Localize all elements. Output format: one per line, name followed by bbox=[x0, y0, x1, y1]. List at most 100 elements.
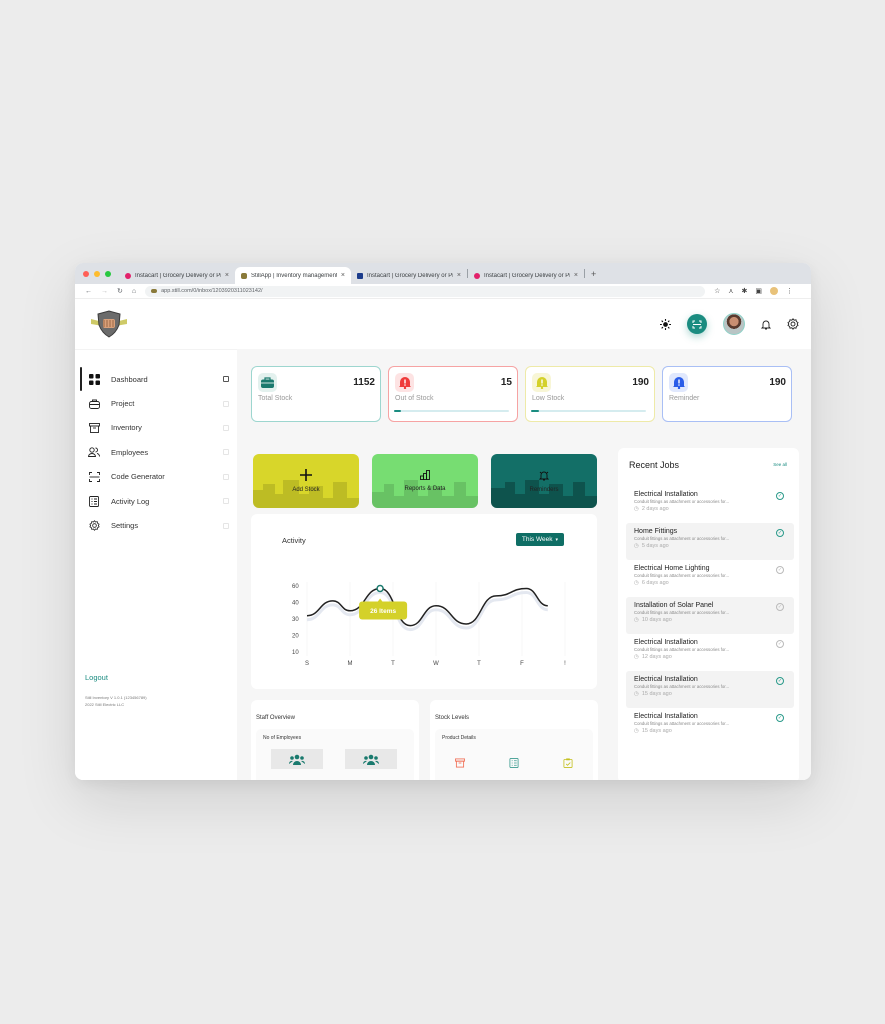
check-circle-icon[interactable]: ✓ bbox=[776, 603, 784, 611]
job-item[interactable]: Electrical Installation Conduit fittings… bbox=[626, 708, 794, 745]
gear-icon[interactable] bbox=[787, 318, 799, 330]
job-title: Installation of Solar Panel bbox=[634, 602, 714, 609]
job-item[interactable]: Installation of Solar Panel Conduit fitt… bbox=[626, 597, 794, 634]
check-circle-icon[interactable]: ✓ bbox=[776, 566, 784, 574]
skyline-decoration bbox=[372, 480, 478, 508]
browser-tab[interactable]: Instacart | Grocery Delivery or Pickup × bbox=[351, 267, 467, 284]
check-circle-icon[interactable]: ✓ bbox=[776, 640, 784, 648]
instacart-favicon-icon bbox=[125, 272, 131, 279]
highlight-point bbox=[376, 584, 384, 593]
close-window-button[interactable] bbox=[83, 270, 89, 277]
sidebar-item-employees[interactable]: Employees bbox=[75, 440, 237, 464]
close-tab-icon[interactable]: × bbox=[225, 272, 229, 279]
check-circle-icon[interactable]: ✓ bbox=[776, 529, 784, 537]
avatar[interactable] bbox=[723, 313, 745, 335]
forward-icon[interactable]: → bbox=[101, 288, 108, 295]
back-icon[interactable]: ← bbox=[85, 288, 92, 295]
close-tab-icon[interactable]: × bbox=[574, 272, 578, 279]
stat-card-low-stock[interactable]: 190 Low Stock bbox=[525, 366, 655, 422]
x-tick-label: M bbox=[348, 661, 353, 667]
tab-title: Instacart | Grocery Delivery or Pickup bbox=[367, 272, 453, 279]
user-icon[interactable] bbox=[770, 287, 779, 295]
list-icon bbox=[87, 494, 101, 508]
clipboard-check-icon[interactable] bbox=[563, 755, 573, 773]
app-logo[interactable] bbox=[89, 310, 129, 338]
new-tab-button[interactable]: + bbox=[585, 269, 602, 279]
close-tab-icon[interactable]: × bbox=[341, 272, 345, 279]
list-icon[interactable] bbox=[509, 755, 519, 773]
stat-card-total-stock[interactable]: 1152 Total Stock bbox=[251, 366, 381, 422]
reload-icon[interactable]: ↻ bbox=[117, 287, 123, 295]
site-info-icon[interactable] bbox=[151, 289, 158, 293]
week-filter-dropdown[interactable]: This Week ▾ bbox=[515, 533, 564, 546]
profile-arrow-icon[interactable]: ⋏ bbox=[728, 287, 733, 295]
home-icon[interactable]: ⌂ bbox=[132, 288, 136, 295]
product-details-section: Product Details bbox=[435, 729, 593, 780]
star-icon[interactable]: ☆ bbox=[714, 287, 720, 295]
sun-icon[interactable] bbox=[660, 318, 671, 330]
tab-title: StillApp | Inventory management bbox=[251, 272, 337, 279]
bell-icon[interactable] bbox=[761, 319, 771, 330]
stat-card-out-of-stock[interactable]: 15 Out of Stock bbox=[388, 366, 518, 422]
stat-value: 190 bbox=[769, 377, 786, 388]
close-tab-icon[interactable]: × bbox=[457, 272, 461, 279]
quick-actions: Add Stock Reports & Data Reminders bbox=[253, 454, 597, 508]
sidebar-item-settings[interactable]: Settings bbox=[75, 513, 237, 537]
activity-card: 10 20 30 40 60 S M T W T F! 26 Items Activity This … bbox=[251, 514, 597, 689]
stat-label: Out of Stock bbox=[395, 395, 434, 402]
job-item[interactable]: Home Fittings Conduit fittings as attach… bbox=[626, 523, 794, 560]
extensions-icon[interactable]: ✱ bbox=[742, 287, 748, 295]
maximize-window-button[interactable] bbox=[105, 270, 111, 277]
stillapp-favicon-icon bbox=[241, 272, 247, 279]
y-tick-label: 20 bbox=[292, 634, 299, 640]
stat-cards: 1152 Total Stock 15 Out of Stock 190 Low… bbox=[251, 366, 792, 422]
x-tick-label: F bbox=[520, 661, 524, 667]
browser-tab-active[interactable]: StillApp | Inventory management × bbox=[235, 267, 351, 284]
url-input[interactable]: app.still.com/0/inbox/1203920311023142/ bbox=[145, 285, 706, 297]
y-tick-label: 10 bbox=[292, 650, 299, 656]
employee-group-tile[interactable] bbox=[345, 749, 397, 769]
browser-tab[interactable]: Instacart | Grocery Delivery or Pickup × bbox=[468, 267, 584, 284]
alert-bell-icon bbox=[395, 373, 414, 392]
alert-bell-icon bbox=[532, 373, 551, 392]
stat-label: Low Stock bbox=[532, 395, 565, 402]
job-title: Electrical Installation bbox=[634, 639, 698, 646]
url-text: app.still.com/0/inbox/1203920311023142/ bbox=[161, 288, 263, 294]
sidebar-item-project[interactable]: Project bbox=[75, 391, 237, 415]
browser-tab[interactable]: Instacart | Grocery Delivery or Pickup × bbox=[119, 267, 235, 284]
main-content: 1152 Total Stock 15 Out of Stock 190 Low… bbox=[237, 349, 811, 780]
stat-card-reminder[interactable]: 190 Reminder bbox=[662, 366, 792, 422]
minimize-window-button[interactable] bbox=[94, 270, 100, 277]
staff-overview-panel: Staff Overview No of Employees bbox=[251, 700, 419, 780]
sidebar-item-inventory[interactable]: Inventory bbox=[75, 416, 237, 440]
archive-icon[interactable] bbox=[455, 755, 465, 773]
job-title: Electrical Installation bbox=[634, 713, 698, 720]
see-all-link[interactable]: See all bbox=[773, 462, 787, 467]
stat-label: Total Stock bbox=[258, 395, 293, 402]
job-description: Conduit fittings as attachment or access… bbox=[634, 610, 730, 615]
add-stock-button[interactable]: Add Stock bbox=[253, 454, 359, 508]
job-time-text: 2 days ago bbox=[641, 506, 669, 512]
collapse-icon bbox=[223, 449, 229, 456]
sidebar-item-code-generator[interactable]: Code Generator bbox=[75, 465, 237, 489]
scan-button[interactable] bbox=[687, 314, 707, 334]
sidebar-item-activity-log[interactable]: Activity Log bbox=[75, 489, 237, 513]
sidebar-item-dashboard[interactable]: Dashboard bbox=[75, 367, 237, 392]
job-item[interactable]: Electrical Installation Conduit fittings… bbox=[626, 671, 794, 708]
reports-data-button[interactable]: Reports & Data bbox=[372, 454, 478, 508]
check-circle-icon[interactable]: ✓ bbox=[776, 714, 784, 722]
check-circle-icon[interactable]: ✓ bbox=[776, 677, 784, 685]
sidepanel-icon[interactable]: ▣ bbox=[755, 287, 762, 295]
logout-link[interactable]: Logout bbox=[85, 673, 108, 682]
job-time-text: 12 days ago bbox=[641, 654, 672, 660]
job-item[interactable]: Electrical Installation Conduit fittings… bbox=[626, 486, 794, 523]
stat-value: 15 bbox=[500, 377, 512, 388]
paypal-favicon-icon bbox=[357, 272, 363, 279]
job-item[interactable]: Electrical Home Lighting Conduit fitting… bbox=[626, 560, 794, 597]
grid-icon bbox=[87, 372, 101, 386]
job-item[interactable]: Electrical Installation Conduit fittings… bbox=[626, 634, 794, 671]
check-circle-icon[interactable]: ✓ bbox=[776, 492, 784, 500]
menu-icon[interactable]: ⋮ bbox=[786, 287, 793, 295]
reminders-button[interactable]: Reminders bbox=[491, 454, 597, 508]
employee-group-tile[interactable] bbox=[271, 749, 323, 769]
